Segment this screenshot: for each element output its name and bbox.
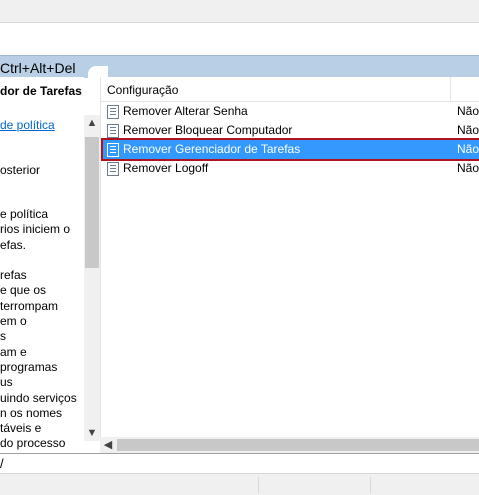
requirements-text: osterior [0,163,41,177]
edit-policy-link[interactable]: de política [0,118,55,132]
setting-row-remover-alterar-senha[interactable]: Remover Alterar Senha Não [103,102,479,121]
policy-setting-icon [107,124,119,138]
description-line: efas. [0,237,27,252]
status-divider [370,477,371,493]
policy-path-text: Ctrl+Alt+Del [0,60,76,76]
scroll-up-arrow-icon[interactable]: ▲ [84,115,100,131]
policy-path-bar: Ctrl+Alt+Del [0,55,479,80]
policy-setting-icon [107,143,119,157]
scroll-left-arrow-icon[interactable]: ◀ [100,437,116,453]
status-bar [0,473,479,495]
description-text: e política rios iniciem o efas. refas e … [0,207,77,452]
horizontal-scroll-thumb[interactable] [117,439,479,451]
settings-list: Configuração Remover Alterar Senha Não R… [100,77,479,453]
setting-state: Não [457,104,479,118]
setting-name: Remover Logoff [123,161,209,175]
setting-name: Remover Bloquear Computador [123,123,293,137]
column-separator[interactable] [450,77,451,101]
tab-edge[interactable]: / [0,456,4,471]
description-line: e que os [0,283,47,298]
description-line [0,253,77,268]
description-line: programas [0,359,58,374]
setting-state: Não [457,161,479,175]
scroll-down-arrow-icon[interactable]: ▼ [84,425,100,441]
setting-state: Não [457,142,479,156]
setting-name: Remover Alterar Senha [123,104,248,118]
policy-setting-icon [107,162,119,176]
description-pane: dor de Tarefas de política osterior e po… [0,77,84,453]
description-line: s [0,329,6,344]
description-vertical-scrollbar[interactable]: ▲ ▼ [84,115,100,441]
vertical-scroll-thumb[interactable] [85,137,99,268]
setting-state: Não [457,123,479,137]
column-header-setting[interactable]: Configuração [107,83,178,97]
description-line: rios iniciem o [0,222,71,237]
description-line: em o [0,314,27,329]
setting-row-remover-bloquear-computador[interactable]: Remover Bloquear Computador Não [103,121,479,140]
description-line: e política [0,207,49,221]
description-line: do processo [0,436,66,451]
setting-name: Remover Gerenciador de Tarefas [123,142,301,156]
window-top-area [0,0,479,22]
policy-setting-icon [107,105,119,119]
list-horizontal-scrollbar[interactable]: ◀ [100,437,479,453]
description-line: am e [0,344,27,359]
setting-row-remover-logoff[interactable]: Remover Logoff Não [103,159,479,178]
view-tabs-bar: / [0,453,479,474]
setting-row-remover-gerenciador-de-tarefas[interactable]: Remover Gerenciador de Tarefas Não [101,138,479,161]
description-title: dor de Tarefas [0,84,82,98]
description-line: táveis e [0,421,42,436]
description-line: refas [0,268,27,283]
description-line: us [0,375,13,390]
description-line: uindo serviços [0,390,77,405]
list-header: Configuração [101,77,479,102]
description-line: terrompam [0,298,59,313]
toolbar-area [0,22,479,56]
description-line: n os nomes [0,405,63,420]
status-divider [258,477,259,493]
